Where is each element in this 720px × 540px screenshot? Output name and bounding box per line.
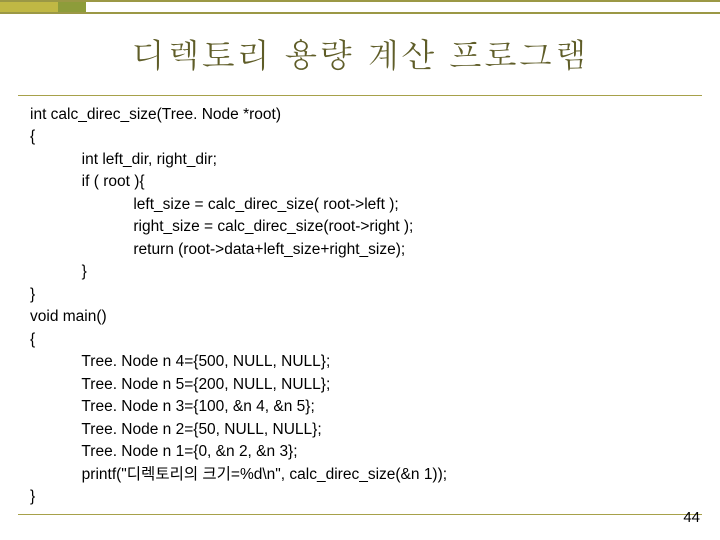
code-line: right_size = calc_direc_size(root->right… — [30, 218, 413, 235]
accent-gold — [0, 2, 58, 12]
code-line: void main() — [30, 308, 107, 325]
code-line: return (root->data+left_size+right_size)… — [30, 241, 405, 258]
code-line: Tree. Node n 1={0, &n 2, &n 3}; — [30, 443, 298, 460]
code-line: int left_dir, right_dir; — [30, 151, 217, 168]
code-line: Tree. Node n 4={500, NULL, NULL}; — [30, 353, 330, 370]
code-line: if ( root ){ — [30, 173, 145, 190]
slide-title: 디렉토리 용량 계산 프로그램 — [0, 28, 720, 77]
code-line: } — [30, 488, 35, 505]
code-line: Tree. Node n 2={50, NULL, NULL}; — [30, 421, 322, 438]
top-accent-bar — [0, 0, 720, 14]
code-frame: int calc_direc_size(Tree. Node *root) { … — [18, 95, 702, 515]
code-line: int calc_direc_size(Tree. Node *root) — [30, 106, 281, 123]
code-line: { — [30, 331, 35, 348]
code-line: { — [30, 128, 35, 145]
code-line: } — [30, 263, 87, 280]
code-line: Tree. Node n 3={100, &n 4, &n 5}; — [30, 398, 315, 415]
code-line: Tree. Node n 5={200, NULL, NULL}; — [30, 376, 330, 393]
code-block: int calc_direc_size(Tree. Node *root) { … — [18, 104, 702, 508]
code-line: left_size = calc_direc_size( root->left … — [30, 196, 399, 213]
code-line: printf("디렉토리의 크기=%d\n", calc_direc_size(… — [30, 466, 447, 483]
accent-olive — [58, 2, 86, 12]
code-line: } — [30, 286, 35, 303]
page-number: 44 — [683, 509, 700, 526]
accent-blank — [86, 2, 720, 12]
